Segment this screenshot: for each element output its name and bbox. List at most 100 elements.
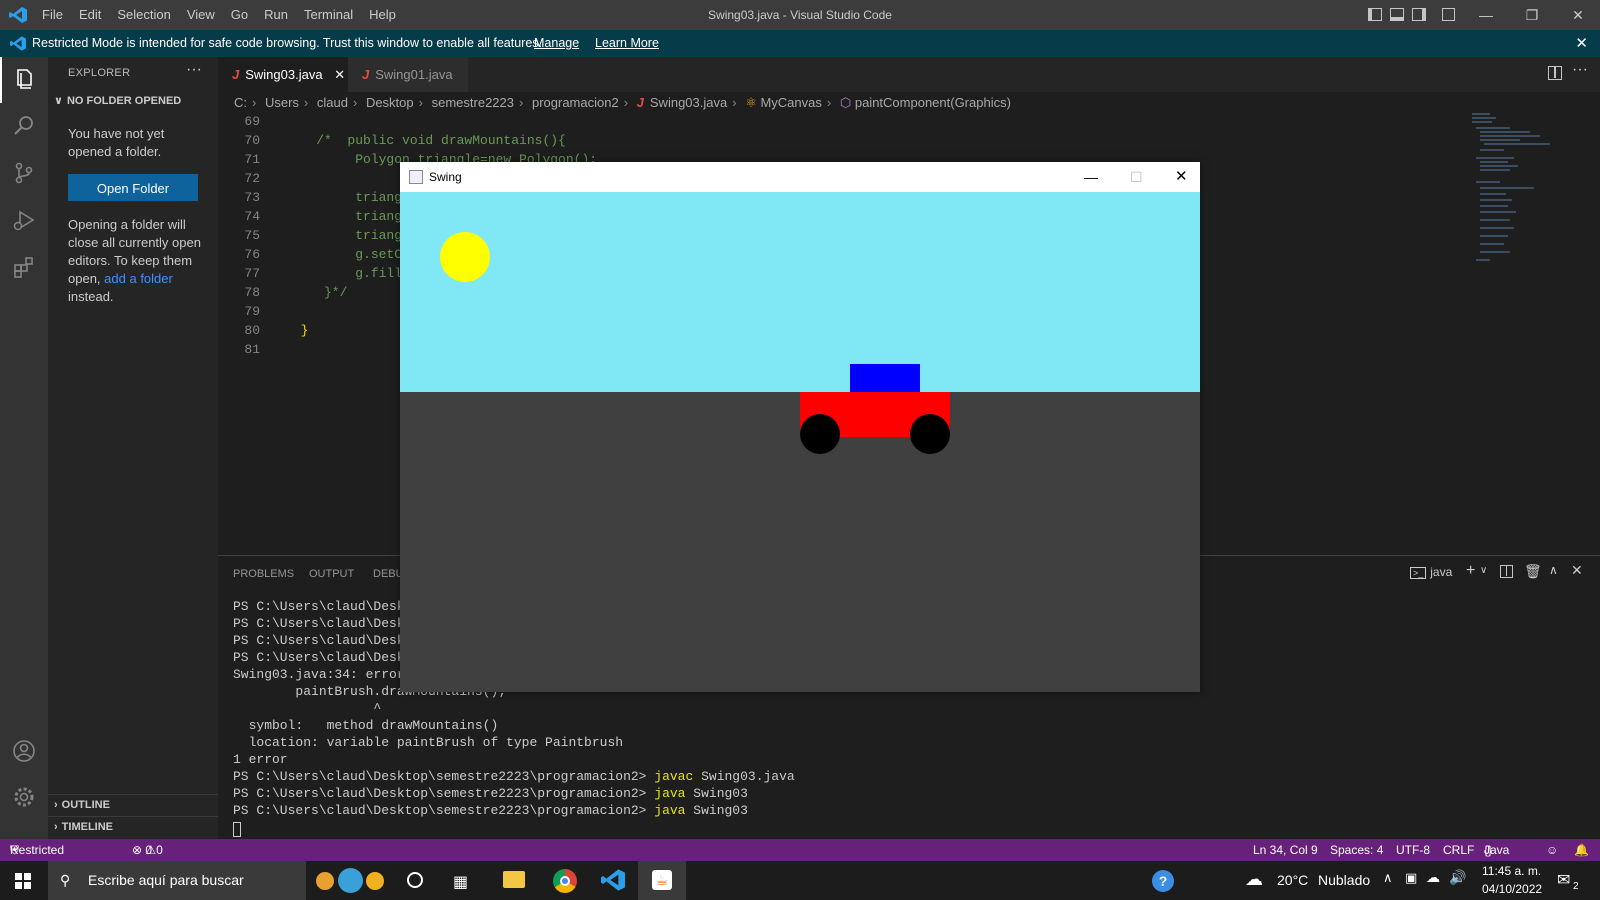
terminal-selector[interactable]: >_ java — [1410, 565, 1452, 579]
tab-swing01[interactable]: J Swing01.java — [348, 57, 468, 92]
crumb-claud[interactable]: claud — [317, 95, 348, 110]
toggle-secondary-sidebar-icon[interactable] — [1412, 8, 1426, 21]
cursor-position[interactable]: Ln 34, Col 9 — [1253, 839, 1318, 861]
indentation[interactable]: Spaces: 4 — [1330, 839, 1383, 861]
tab-swing03[interactable]: J Swing03.java ✕ — [218, 57, 348, 92]
search-placeholder: Escribe aquí para buscar — [88, 872, 244, 888]
chevron-down-icon[interactable]: ∨ — [1480, 565, 1487, 576]
toggle-panel-icon[interactable] — [1390, 8, 1404, 21]
terminal-line: Swing03.java:34: error: — [233, 667, 413, 682]
vscode-taskbar-icon[interactable] — [601, 869, 625, 891]
code-line: triangl — [285, 209, 410, 224]
tab-output[interactable]: OUTPUT — [309, 568, 354, 580]
help-icon[interactable]: ? — [1152, 870, 1174, 892]
problems-status[interactable]: ⊗ 0 ⚠ 0 — [132, 839, 163, 861]
crumb-semestre[interactable]: semestre2223 — [432, 95, 514, 110]
crumb-method[interactable]: paintComponent(Graphics) — [855, 95, 1011, 110]
clock-time[interactable]: 11:45 a. m. — [1482, 864, 1541, 878]
swing-maximize-button[interactable]: ☐ — [1130, 162, 1143, 192]
search-highlight-icon — [316, 872, 334, 890]
line-number: 81 — [244, 342, 260, 357]
volume-icon[interactable]: 🔊 — [1449, 869, 1466, 886]
restore-button[interactable]: ❐ — [1509, 0, 1555, 30]
close-tab-icon[interactable]: ✕ — [334, 67, 345, 82]
crumb-class[interactable]: MyCanvas — [760, 95, 821, 110]
device-icon[interactable]: ▣ — [1405, 870, 1417, 886]
toggle-sidebar-icon[interactable] — [1368, 8, 1382, 21]
line-number: 78 — [244, 285, 260, 300]
notifications-bell-icon[interactable]: 🔔 — [1574, 839, 1589, 861]
explorer-icon[interactable] — [12, 67, 36, 91]
encoding[interactable]: UTF-8 — [1396, 839, 1430, 861]
source-control-icon[interactable] — [12, 161, 36, 185]
more-actions-icon[interactable]: ··· — [1572, 61, 1588, 79]
settings-gear-icon[interactable] — [12, 785, 36, 809]
chevron-right-icon: › — [54, 821, 58, 833]
outline-section[interactable]: › OUTLINE — [54, 799, 110, 811]
clock-date[interactable]: 04/10/2022 — [1482, 882, 1542, 896]
line-number: 75 — [244, 228, 260, 243]
terminal-cursor[interactable] — [233, 822, 241, 837]
split-terminal-icon[interactable] — [1500, 565, 1513, 578]
task-view-icon[interactable]: ▦ — [453, 872, 468, 892]
menu-file[interactable]: File — [34, 0, 71, 30]
customize-layout-icon[interactable] — [1442, 8, 1455, 21]
learn-more-link[interactable]: Learn More — [595, 36, 659, 50]
menu-edit[interactable]: Edit — [71, 0, 109, 30]
menu-go[interactable]: Go — [223, 0, 256, 30]
show-hidden-icons-icon[interactable]: ∧ — [1383, 870, 1393, 886]
crumb-file[interactable]: Swing03.java — [650, 95, 727, 110]
crumb-drive[interactable]: C: — [234, 95, 247, 110]
weather-desc[interactable]: Nublado — [1318, 872, 1370, 888]
open-folder-button[interactable]: Open Folder — [68, 174, 198, 201]
breadcrumb: C: › Users › claud › Desktop › semestre2223 ›… — [218, 92, 1600, 114]
extensions-icon[interactable] — [12, 255, 36, 279]
action-center-icon[interactable]: ✉ — [1557, 870, 1570, 890]
crumb-desktop[interactable]: Desktop — [366, 95, 414, 110]
weather-temp[interactable]: 20°C — [1277, 872, 1308, 888]
globe-icon — [338, 868, 363, 893]
run-debug-icon[interactable] — [12, 208, 36, 232]
close-panel-icon[interactable]: ✕ — [1571, 562, 1583, 579]
no-folder-section[interactable]: ∨ NO FOLDER OPENED — [54, 94, 181, 107]
close-window-button[interactable]: ✕ — [1555, 0, 1600, 30]
crumb-users[interactable]: Users — [265, 95, 299, 110]
cortana-icon[interactable] — [407, 872, 423, 888]
trash-icon[interactable]: 🗑 — [1524, 563, 1542, 580]
feedback-icon[interactable]: ☺ — [1546, 839, 1558, 861]
new-terminal-icon[interactable]: + — [1466, 562, 1475, 580]
file-explorer-icon[interactable] — [503, 871, 525, 888]
menu-selection[interactable]: Selection — [109, 0, 178, 30]
swing-title-bar[interactable]: Swing — ☐ ✕ — [400, 162, 1200, 192]
chrome-icon[interactable] — [553, 869, 577, 893]
swing-minimize-button[interactable]: — — [1084, 162, 1098, 192]
maximize-panel-icon[interactable]: ∧ — [1549, 563, 1558, 577]
taskbar-search[interactable]: ⚲ Escribe aquí para buscar — [48, 861, 384, 900]
line-number: 74 — [244, 209, 260, 224]
line-ending[interactable]: CRLF — [1443, 839, 1474, 861]
menu-run[interactable]: Run — [256, 0, 296, 30]
line-number: 79 — [244, 304, 260, 319]
split-editor-icon[interactable] — [1548, 66, 1562, 80]
tab-problems[interactable]: PROBLEMS — [233, 568, 294, 580]
timeline-section[interactable]: › TIMELINE — [54, 821, 113, 833]
java-app-taskbar-item[interactable]: ☕ — [638, 861, 686, 900]
swing-close-button[interactable]: ✕ — [1175, 162, 1188, 192]
menu-view[interactable]: View — [179, 0, 223, 30]
more-actions-icon[interactable]: ··· — [186, 61, 202, 79]
menu-terminal[interactable]: Terminal — [296, 0, 361, 30]
crumb-programacion2[interactable]: programacion2 — [532, 95, 619, 110]
add-folder-link[interactable]: add a folder — [104, 271, 173, 286]
windows-start-icon[interactable] — [15, 873, 31, 889]
onedrive-icon[interactable]: ☁ — [1426, 869, 1440, 886]
accounts-icon[interactable] — [12, 739, 36, 763]
sun — [440, 232, 490, 282]
search-icon[interactable] — [12, 114, 36, 138]
menu-help[interactable]: Help — [361, 0, 404, 30]
banner-close-icon[interactable]: ✕ — [1575, 34, 1588, 52]
minimap[interactable] — [1470, 112, 1560, 272]
minimize-button[interactable]: — — [1463, 0, 1509, 30]
car-wheel-right — [910, 414, 950, 454]
terminal-line: PS C:\Users\claud\Desktop\semestre2223\p… — [233, 769, 795, 784]
manage-link[interactable]: Manage — [534, 36, 579, 50]
